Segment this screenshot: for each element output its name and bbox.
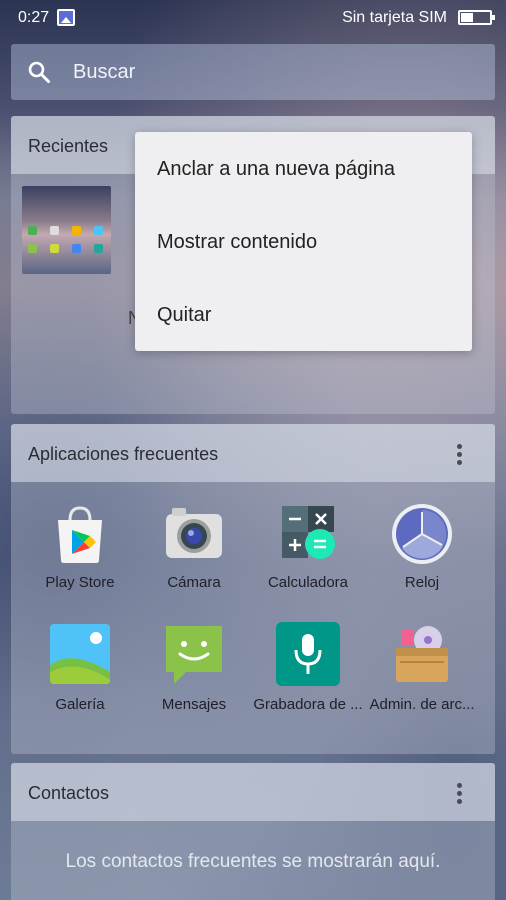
app-camera[interactable]: Cámara xyxy=(134,502,254,602)
app-gallery[interactable]: Galería xyxy=(20,622,140,722)
search-bar[interactable]: Buscar xyxy=(11,44,495,100)
app-label: Admin. de arc... xyxy=(369,696,475,713)
menu-item-remove[interactable]: Quitar xyxy=(157,304,211,327)
search-placeholder: Buscar xyxy=(73,61,136,83)
play-store-icon xyxy=(58,506,102,563)
recent-title: Recientes xyxy=(28,136,109,156)
frequent-apps-title: Aplicaciones frecuentes xyxy=(28,444,219,464)
messages-icon xyxy=(166,626,222,684)
status-bar: 0:27 Sin tarjeta SIM xyxy=(0,0,506,36)
status-time: 0:27 xyxy=(18,9,50,26)
contacts-card: Contactos Los contactos frecuentes se mo… xyxy=(11,763,495,900)
app-label: Galería xyxy=(55,696,105,713)
context-menu: Anclar a una nueva página Mostrar conten… xyxy=(135,132,472,351)
clock-icon xyxy=(392,504,452,564)
gallery-notification-icon xyxy=(57,9,75,26)
frequent-apps-header: Aplicaciones frecuentes xyxy=(11,424,495,482)
search-icon xyxy=(28,61,50,83)
recorder-icon xyxy=(276,622,340,686)
app-label: Reloj xyxy=(404,574,440,591)
gallery-icon xyxy=(50,624,110,684)
camera-icon xyxy=(166,508,222,558)
more-options-icon[interactable] xyxy=(457,444,463,466)
recent-thumbnail[interactable] xyxy=(22,186,111,274)
contacts-title: Contactos xyxy=(28,783,110,803)
app-label: Play Store xyxy=(45,574,115,591)
app-recorder[interactable]: Grabadora de ... xyxy=(248,622,368,722)
app-clock[interactable]: Reloj xyxy=(362,502,482,602)
contacts-empty-message: Los contactos frecuentes se mostrarán aq… xyxy=(65,851,441,872)
app-label: Calculadora xyxy=(267,574,349,591)
frequent-apps-card: Aplicaciones frecuentes Play Store Cámar… xyxy=(11,424,495,754)
carrier-label: Sin tarjeta SIM xyxy=(342,9,447,26)
app-label: Cámara xyxy=(167,574,221,591)
more-options-icon[interactable] xyxy=(457,783,463,805)
app-file-manager[interactable]: Admin. de arc... xyxy=(362,622,482,722)
app-calculator[interactable]: Calculadora xyxy=(248,502,368,602)
menu-item-pin-new-page[interactable]: Anclar a una nueva página xyxy=(157,158,395,181)
app-messages[interactable]: Mensajes xyxy=(134,622,254,722)
battery-icon xyxy=(458,10,495,25)
contacts-header: Contactos xyxy=(11,763,495,821)
calculator-icon xyxy=(282,506,335,559)
app-label: Grabadora de ... xyxy=(253,696,363,713)
menu-item-show-content[interactable]: Mostrar contenido xyxy=(157,231,317,254)
file-manager-icon xyxy=(396,626,448,682)
app-play-store[interactable]: Play Store xyxy=(20,502,140,602)
app-label: Mensajes xyxy=(161,696,227,713)
